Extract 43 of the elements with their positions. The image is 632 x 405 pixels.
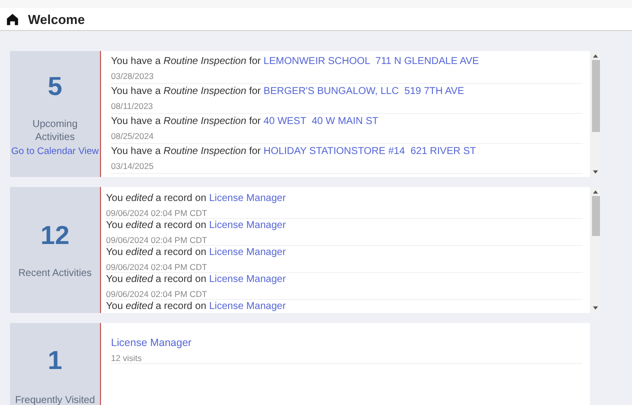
page-title: Welcome [28, 12, 85, 26]
record-link[interactable]: License Manager [209, 301, 286, 312]
scroll-down-icon[interactable] [593, 306, 598, 310]
activity-text: You edited a record on License Manager [106, 300, 287, 313]
record-link[interactable]: License Manager [209, 247, 286, 258]
record-link[interactable]: License Manager [209, 274, 286, 285]
scroll-up-icon[interactable] [593, 54, 598, 58]
scroll-up-icon[interactable] [593, 190, 598, 194]
activity-date: 03/28/2023 [111, 70, 155, 82]
activity-date: 08/11/2023 [111, 100, 154, 112]
stat-label: Frequently Visited [15, 394, 95, 405]
activity-date: 09/06/2024 02:04 PM CDT [106, 234, 208, 246]
stat-count: 5 [48, 71, 62, 102]
record-link[interactable]: BERGER'S BUNGALOW, LLC 519 7TH AVE [264, 86, 464, 97]
activity-date: 09/06/2024 02:04 PM CDT [106, 261, 208, 273]
record-link[interactable]: HOLIDAY STATIONSTORE #14 621 RIVER ST [264, 146, 476, 157]
record-link[interactable]: LEMONWEIR SCHOOL 711 N GLENDALE AVE [264, 56, 479, 67]
activity-date: 09/06/2024 02:04 PM CDT [106, 288, 208, 300]
stat-label: Upcoming Activities [31, 118, 79, 144]
activity-text: You edited a record on License Manager [106, 219, 287, 233]
record-link[interactable]: License Manager [111, 337, 192, 349]
scrollbar[interactable] [591, 187, 600, 313]
stat-count: 12 [40, 220, 70, 251]
scrollbar[interactable] [591, 51, 600, 177]
activity-text: You have a Routine Inspection for 40 WEST 40 W MAIN ST [111, 115, 380, 129]
activity-text: You have a Routine Inspection for BERGER'S BUNGALOW, LLC 519 7TH AVE [111, 85, 466, 99]
activity-text: You have a Routine Inspection for HOLIDAY STATIONSTORE #14 621 RIVER ST [111, 145, 478, 159]
stat-count: 1 [48, 345, 62, 376]
activity-text: You have a Routine Inspection for LEMONWEIR SCHOOL 711 N GLENDALE AVE [111, 55, 480, 69]
activity-text: You edited a record on License Manager [106, 192, 287, 206]
activity-date: 12 visits [111, 352, 143, 364]
activity-date: 08/25/2024 [111, 130, 155, 142]
scroll-down-icon[interactable] [593, 170, 598, 174]
calendar-view-link[interactable]: Go to Calendar View [11, 146, 99, 157]
activity-date: 03/14/2025 [111, 160, 155, 172]
activity-date: 09/06/2024 02:04 PM CDT [106, 207, 208, 219]
activity-text: You edited a record on License Manager [106, 246, 287, 260]
record-link[interactable]: License Manager [209, 193, 286, 204]
activity-text: You edited a record on License Manager [106, 273, 287, 287]
record-link[interactable]: 40 WEST 40 W MAIN ST [264, 116, 378, 127]
record-link[interactable]: License Manager [209, 220, 286, 231]
home-icon[interactable] [6, 12, 19, 26]
stat-label: Recent Activities [18, 267, 92, 280]
